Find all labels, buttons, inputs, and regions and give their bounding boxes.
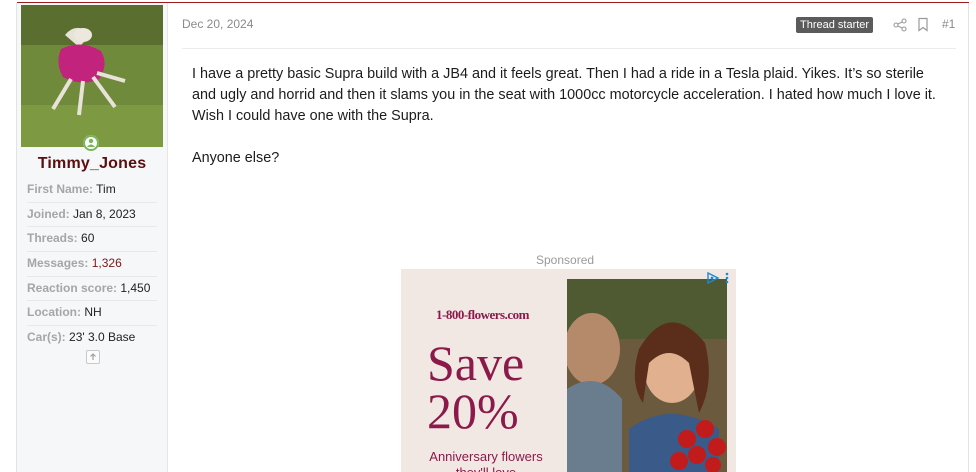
user-stat-threads: Threads: 60 xyxy=(27,227,157,253)
post-number-link[interactable]: #1 xyxy=(942,17,955,31)
user-stat-location: Location: NH xyxy=(27,301,157,327)
bookmark-icon[interactable] xyxy=(917,17,929,32)
ad-brand-logo: 1-800-flowers.com xyxy=(436,307,529,322)
user-stat-reaction-score: Reaction score: 1,450 xyxy=(27,277,157,302)
ad-headline-percent: 20% xyxy=(427,383,519,439)
ad-headline-save: Save xyxy=(427,335,525,391)
ad-photo xyxy=(567,279,727,472)
sponsored-label: Sponsored xyxy=(536,253,595,267)
user-stat-joined: Joined: Jan 8, 2023 xyxy=(27,203,157,228)
share-icon[interactable] xyxy=(893,18,907,32)
user-stat-messages: Messages: 1,326 xyxy=(27,252,157,277)
user-stat-first-name: First Name: Tim xyxy=(27,178,157,203)
expand-icon[interactable] xyxy=(86,350,100,364)
user-stats: First Name: Tim Joined: Jan 8, 2023 Thre… xyxy=(27,178,157,350)
user-info-panel: Timmy_Jones First Name: Tim Joined: Jan … xyxy=(17,3,168,472)
post-frame-right xyxy=(968,3,969,472)
header-divider xyxy=(182,48,956,49)
post-message-body: I have a pretty basic Supra build with a… xyxy=(192,64,937,190)
thread-starter-badge: Thread starter xyxy=(796,17,874,33)
messages-link[interactable]: 1,326 xyxy=(92,256,122,270)
post-paragraph: Anyone else? xyxy=(192,150,280,166)
post-date[interactable]: Dec 20, 2024 xyxy=(182,17,253,31)
ad-menu-icon[interactable] xyxy=(724,271,730,284)
ad-tagline: Anniversary flowers they'll love xyxy=(429,449,543,472)
avatar[interactable] xyxy=(21,5,163,147)
online-status-icon xyxy=(83,135,99,151)
ad-banner[interactable]: 1-800-flowers.com Save 20% Anniversary f… xyxy=(401,269,736,472)
ad-choices-icon[interactable] xyxy=(706,271,720,285)
user-stat-cars: Car(s): 23' 3.0 Base xyxy=(27,330,136,345)
username[interactable]: Timmy_Jones xyxy=(17,155,167,173)
post-paragraph: I have a pretty basic Supra build with a… xyxy=(192,66,936,124)
